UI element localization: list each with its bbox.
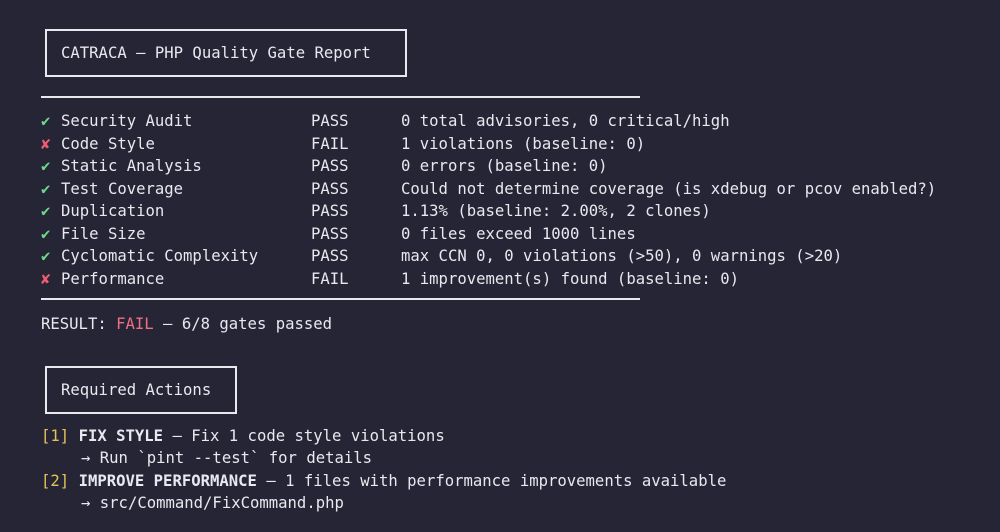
gate-name: Test Coverage	[61, 180, 184, 198]
result-label: RESULT:	[41, 315, 117, 333]
action-description: — Fix 1 code style violations	[163, 427, 445, 445]
bottom-divider	[41, 298, 640, 300]
pass-check-icon: ✔	[41, 247, 51, 265]
gate-detail: 0 total advisories, 0 critical/high	[401, 112, 730, 130]
pass-check-icon: ✔	[41, 202, 51, 220]
gate-detail: max CCN 0, 0 violations (>50), 0 warning…	[401, 247, 843, 265]
gate-result: PASS	[311, 157, 349, 175]
action-detail-improve-performance: → src/Command/FixCommand.php	[81, 494, 344, 512]
action-title: FIX STYLE	[78, 427, 164, 445]
result-summary: — 6/8 gates passed	[153, 315, 333, 333]
action-index: [1]	[41, 427, 70, 445]
gate-name: Code Style	[61, 135, 155, 153]
action-detail-fix-style: → Run `pint --test` for details	[81, 449, 373, 467]
report-title: CATRACA — PHP Quality Gate Report	[61, 44, 371, 62]
gate-detail: 0 files exceed 1000 lines	[401, 225, 636, 243]
fail-cross-icon: ✘	[41, 270, 51, 288]
gate-name: File Size	[61, 225, 146, 243]
gate-detail: Could not determine coverage (is xdebug …	[401, 180, 937, 198]
pass-check-icon: ✔	[41, 225, 51, 243]
gate-result: PASS	[311, 180, 349, 198]
top-divider	[41, 96, 640, 98]
gate-name: Cyclomatic Complexity	[61, 247, 259, 265]
gate-result: FAIL	[311, 270, 349, 288]
gate-detail: 1 violations (baseline: 0)	[401, 135, 646, 153]
gate-result: FAIL	[311, 135, 349, 153]
gate-result: PASS	[311, 247, 349, 265]
gate-detail: 0 errors (baseline: 0)	[401, 157, 608, 175]
gate-result: PASS	[311, 225, 349, 243]
gate-detail: 1.13% (baseline: 2.00%, 2 clones)	[401, 202, 711, 220]
pass-check-icon: ✔	[41, 180, 51, 198]
action-item-improve-performance: [2] IMPROVE PERFORMANCE — 1 files with p…	[41, 471, 726, 491]
result-line: RESULT: FAIL — 6/8 gates passed	[41, 314, 332, 334]
action-title: IMPROVE PERFORMANCE	[78, 472, 257, 490]
gate-result: PASS	[311, 202, 349, 220]
result-status: FAIL	[116, 315, 154, 333]
gate-name: Security Audit	[61, 112, 193, 130]
pass-check-icon: ✔	[41, 112, 51, 130]
terminal-output: CATRACA — PHP Quality Gate Report ✔ Secur…	[0, 0, 1000, 532]
gate-detail: 1 improvement(s) found (baseline: 0)	[401, 270, 739, 288]
action-description: — 1 files with performance improvements …	[256, 472, 727, 490]
gate-result: PASS	[311, 112, 349, 130]
gate-name: Static Analysis	[61, 157, 202, 175]
action-index: [2]	[41, 472, 70, 490]
gate-name: Performance	[61, 270, 165, 288]
fail-cross-icon: ✘	[41, 135, 51, 153]
required-actions-title: Required Actions	[61, 381, 212, 399]
pass-check-icon: ✔	[41, 157, 51, 175]
gate-name: Duplication	[61, 202, 165, 220]
action-item-fix-style: [1] FIX STYLE — Fix 1 code style violati…	[41, 426, 445, 446]
